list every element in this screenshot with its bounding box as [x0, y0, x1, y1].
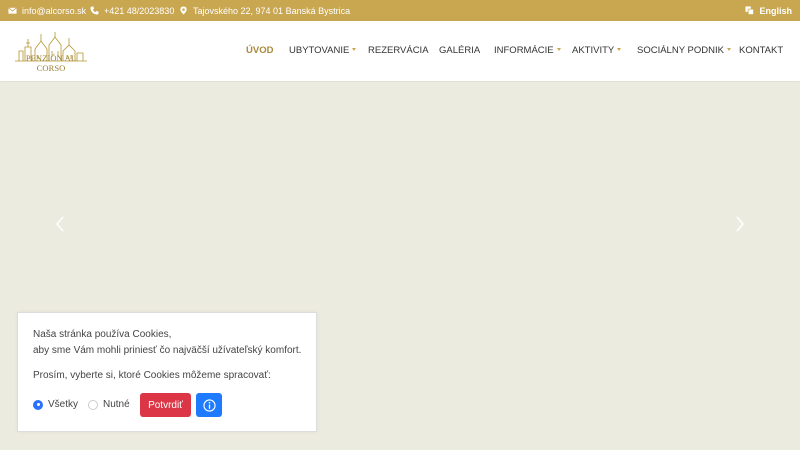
nav-item-socialny-podnik[interactable]: SOCIÁLNY PODNIK: [637, 45, 731, 56]
cookie-prompt: Prosím, vyberte si, ktoré Cookies môžeme…: [33, 370, 271, 381]
nav-item-uvod[interactable]: ÚVOD: [246, 45, 273, 56]
language-switch[interactable]: English: [745, 0, 792, 21]
info-circle-icon: [202, 398, 216, 412]
cookie-option-necessary-label[interactable]: Nutné: [103, 399, 130, 410]
translate-icon: [745, 6, 755, 15]
main-header: PENZIÓN AL CORSO ÚVOD UBYTOVANIE REZERVÁ…: [0, 21, 800, 81]
chevron-down-icon: [617, 47, 622, 51]
language-label[interactable]: English: [759, 6, 792, 16]
chevron-down-icon: [726, 47, 731, 51]
map-pin-icon: [179, 6, 188, 15]
phone-contact[interactable]: +421 48/2023830: [90, 0, 174, 21]
cookie-text-line1: Naša stránka používa Cookies,: [33, 329, 172, 340]
radio-all[interactable]: [33, 399, 43, 410]
address-text: Tajovského 22, 974 01 Banská Bystrica: [193, 5, 351, 16]
nav-item-aktivity[interactable]: AKTIVITY: [572, 45, 622, 56]
cookie-option-necessary[interactable]: Nutné: [88, 399, 130, 410]
radio-necessary[interactable]: [88, 399, 98, 410]
nav-item-informacie[interactable]: INFORMÁCIE: [494, 45, 561, 56]
email-contact[interactable]: info@alcorso.sk: [8, 0, 86, 21]
slider-next-button[interactable]: [733, 214, 747, 234]
cookie-option-all-label[interactable]: Všetky: [48, 399, 78, 410]
nav-item-rezervacia[interactable]: REZERVÁCIA: [368, 45, 429, 56]
nav-item-galeria[interactable]: GALÉRIA: [439, 45, 480, 56]
logo-text[interactable]: PENZIÓN AL CORSO: [11, 53, 91, 73]
cookie-consent-panel: Naša stránka používa Cookies, aby sme Vá…: [17, 312, 317, 432]
chevron-down-icon: [556, 47, 561, 51]
nav-item-kontakt[interactable]: KONTAKT: [739, 45, 783, 56]
cookie-text-line2: aby sme Vám mohli priniesť čo najväčší u…: [33, 345, 302, 356]
top-info-bar: info@alcorso.sk +421 48/2023830 Tajovské…: [0, 0, 800, 21]
nav-item-ubytovanie[interactable]: UBYTOVANIE: [289, 45, 357, 56]
site-logo[interactable]: PENZIÓN AL CORSO: [11, 31, 91, 73]
info-button[interactable]: [196, 393, 222, 417]
chevron-left-icon: [56, 216, 64, 232]
cookie-option-all[interactable]: Všetky: [33, 399, 78, 410]
chevron-down-icon: [352, 47, 357, 51]
phone-icon: [90, 6, 99, 15]
address-info: Tajovského 22, 974 01 Banská Bystrica: [179, 0, 350, 21]
confirm-button[interactable]: Potvrdiť: [140, 393, 191, 417]
envelope-icon: [8, 6, 17, 15]
slider-prev-button[interactable]: [53, 214, 67, 234]
email-text[interactable]: info@alcorso.sk: [22, 6, 86, 16]
chevron-right-icon: [736, 216, 744, 232]
phone-text[interactable]: +421 48/2023830: [104, 6, 174, 16]
